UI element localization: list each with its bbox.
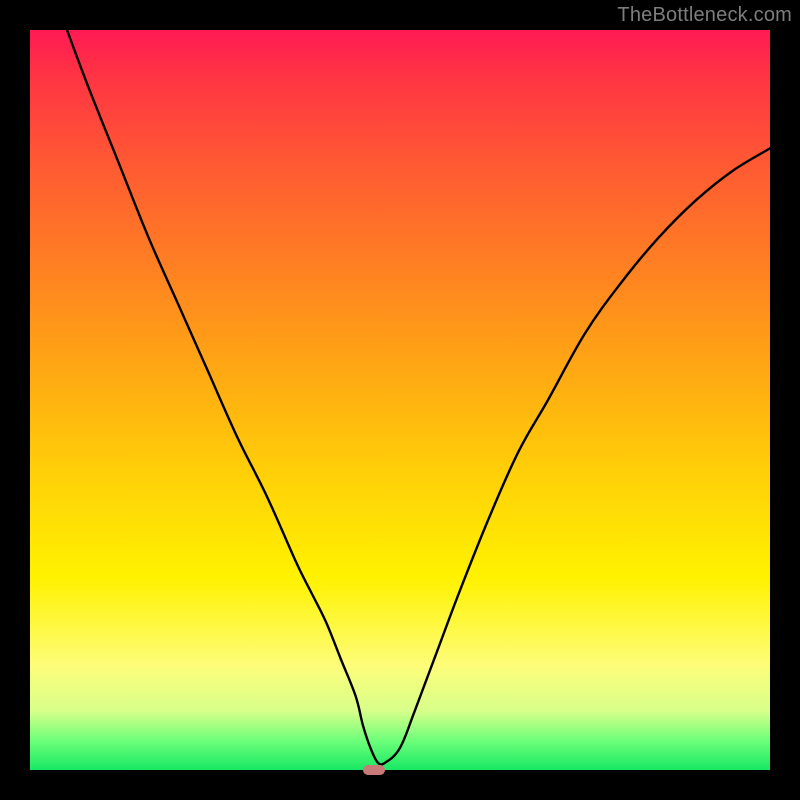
bottleneck-curve-path — [67, 30, 770, 765]
curve-svg — [30, 30, 770, 770]
watermark-text: TheBottleneck.com — [617, 4, 792, 27]
minimum-marker — [363, 765, 385, 775]
plot-area — [30, 30, 770, 770]
chart-frame: TheBottleneck.com — [0, 0, 800, 800]
